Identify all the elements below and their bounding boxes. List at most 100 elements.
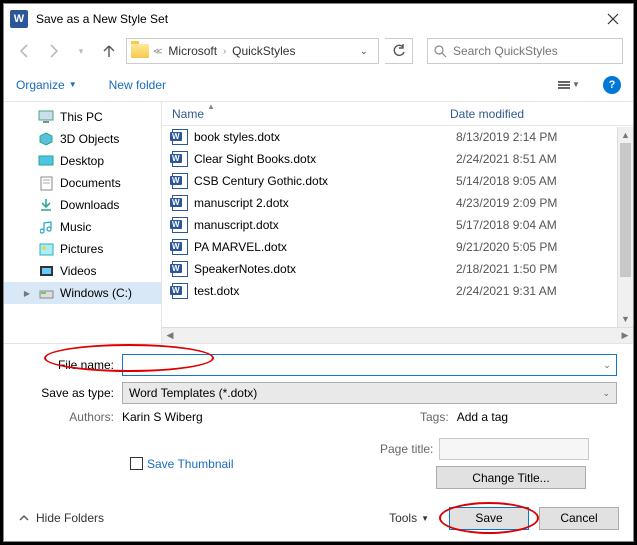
documents-icon bbox=[38, 175, 54, 191]
word-doc-icon bbox=[172, 173, 188, 189]
folder-tree[interactable]: This PC 3D Objects Desktop Documents Dow… bbox=[4, 102, 162, 343]
titlebar: W Save as a New Style Set bbox=[4, 4, 633, 34]
hide-folders-button[interactable]: Hide Folders bbox=[18, 511, 104, 525]
nav-row: ▾ ≪ Microsoft › QuickStyles ⌄ bbox=[4, 34, 633, 68]
tags-value[interactable]: Add a tag bbox=[457, 410, 508, 424]
tree-pictures[interactable]: Pictures bbox=[4, 238, 161, 260]
pc-icon bbox=[38, 109, 54, 125]
save-dialog: W Save as a New Style Set ▾ ≪ Microsoft … bbox=[3, 3, 634, 542]
arrow-right-icon bbox=[45, 43, 61, 59]
word-doc-icon bbox=[172, 129, 188, 145]
scroll-up-icon[interactable]: ▲ bbox=[618, 127, 633, 143]
file-row[interactable]: test.dotx2/24/2021 9:31 AM bbox=[162, 280, 617, 302]
list-view-icon bbox=[558, 81, 570, 89]
crumb-microsoft[interactable]: Microsoft bbox=[166, 44, 219, 58]
tools-button[interactable]: Tools ▼ bbox=[389, 511, 429, 525]
recent-button[interactable]: ▾ bbox=[70, 40, 92, 62]
col-date[interactable]: Date modified bbox=[450, 107, 617, 121]
expand-icon[interactable]: ▶ bbox=[22, 289, 32, 298]
scroll-right-icon[interactable]: ▶ bbox=[617, 330, 633, 341]
tree-downloads[interactable]: Downloads bbox=[4, 194, 161, 216]
close-button[interactable] bbox=[593, 4, 633, 34]
refresh-button[interactable] bbox=[385, 38, 413, 64]
tree-this-pc[interactable]: This PC bbox=[4, 106, 161, 128]
filename-dropdown[interactable]: ⌄ bbox=[598, 360, 616, 371]
filename-input[interactable] bbox=[123, 358, 598, 372]
back-button[interactable] bbox=[14, 40, 36, 62]
file-date: 4/23/2019 2:09 PM bbox=[456, 196, 557, 210]
toolbar: Organize ▼ New folder ▼ ? bbox=[4, 68, 633, 102]
forward-button[interactable] bbox=[42, 40, 64, 62]
chevron-down-icon: ⌄ bbox=[602, 388, 610, 399]
chevron-down-icon: ▼ bbox=[421, 514, 429, 523]
address-bar[interactable]: ≪ Microsoft › QuickStyles ⌄ bbox=[126, 38, 379, 64]
tags-label: Tags: bbox=[420, 410, 457, 424]
file-date: 5/14/2018 9:05 AM bbox=[456, 174, 557, 188]
change-title-button[interactable]: Change Title... bbox=[436, 466, 586, 489]
organize-button[interactable]: Organize ▼ bbox=[16, 78, 77, 92]
file-date: 9/21/2020 5:05 PM bbox=[456, 240, 557, 254]
file-row[interactable]: SpeakerNotes.dotx2/18/2021 1:50 PM bbox=[162, 258, 617, 280]
save-thumbnail-label[interactable]: Save Thumbnail bbox=[147, 457, 234, 471]
cube-icon bbox=[38, 131, 54, 147]
save-as-type-select[interactable]: Word Templates (*.dotx) ⌄ bbox=[122, 382, 617, 404]
authors-label: Authors: bbox=[20, 410, 122, 424]
file-row[interactable]: book styles.dotx 8/13/2019 2:14 PM bbox=[162, 126, 617, 148]
drive-icon bbox=[38, 285, 54, 301]
page-title-label: Page title: bbox=[380, 442, 433, 456]
filename-label: File name: bbox=[20, 358, 122, 372]
help-button[interactable]: ? bbox=[603, 76, 621, 94]
arrow-up-icon bbox=[102, 44, 116, 58]
pictures-icon bbox=[38, 241, 54, 257]
new-folder-button[interactable]: New folder bbox=[109, 78, 166, 92]
file-date: 8/13/2019 2:14 PM bbox=[456, 130, 557, 144]
tree-videos[interactable]: Videos bbox=[4, 260, 161, 282]
word-doc-icon bbox=[172, 195, 188, 211]
save-button[interactable]: Save bbox=[449, 507, 529, 530]
filename-field[interactable]: ⌄ bbox=[122, 354, 617, 376]
save-form: File name: ⌄ Save as type: Word Template… bbox=[4, 344, 633, 495]
file-name: manuscript 2.dotx bbox=[194, 196, 450, 210]
file-row[interactable]: Clear Sight Books.dotx2/24/2021 8:51 AM bbox=[162, 148, 617, 170]
downloads-icon bbox=[38, 197, 54, 213]
file-row[interactable]: CSB Century Gothic.dotx5/14/2018 9:05 AM bbox=[162, 170, 617, 192]
scroll-left-icon[interactable]: ◀ bbox=[162, 330, 178, 341]
cancel-button[interactable]: Cancel bbox=[539, 507, 619, 530]
crumb-quickstyles[interactable]: QuickStyles bbox=[230, 44, 297, 58]
horizontal-scrollbar[interactable]: ◀▶ bbox=[162, 327, 633, 343]
search-box[interactable] bbox=[427, 38, 623, 64]
file-name: PA MARVEL.dotx bbox=[194, 240, 450, 254]
file-name: book styles.dotx bbox=[194, 130, 450, 144]
bottom-bar: Hide Folders Tools ▼ Save Cancel bbox=[4, 495, 633, 541]
chevron-icon: ≪ bbox=[153, 46, 162, 57]
up-button[interactable] bbox=[98, 40, 120, 62]
search-input[interactable] bbox=[453, 44, 616, 58]
file-date: 2/18/2021 1:50 PM bbox=[456, 262, 557, 276]
authors-value[interactable]: Karin S Wiberg bbox=[122, 410, 203, 424]
file-date: 2/24/2021 8:51 AM bbox=[456, 152, 557, 166]
file-date: 5/17/2018 9:04 AM bbox=[456, 218, 557, 232]
scroll-thumb[interactable] bbox=[620, 143, 631, 277]
addr-dropdown[interactable]: ⌄ bbox=[354, 46, 374, 57]
tree-desktop[interactable]: Desktop bbox=[4, 150, 161, 172]
save-thumbnail-checkbox[interactable] bbox=[130, 457, 143, 470]
tree-documents[interactable]: Documents bbox=[4, 172, 161, 194]
tree-music[interactable]: Music bbox=[4, 216, 161, 238]
tree-3d-objects[interactable]: 3D Objects bbox=[4, 128, 161, 150]
scroll-down-icon[interactable]: ▼ bbox=[618, 311, 633, 327]
file-row[interactable]: manuscript 2.dotx 4/23/2019 2:09 PM bbox=[162, 192, 617, 214]
arrow-left-icon bbox=[17, 43, 33, 59]
file-row[interactable]: PA MARVEL.dotx 9/21/2020 5:05 PM bbox=[162, 236, 617, 258]
view-button[interactable]: ▼ bbox=[549, 74, 589, 96]
vertical-scrollbar[interactable]: ▲▼ bbox=[617, 127, 633, 327]
page-title-input[interactable] bbox=[439, 438, 589, 460]
folder-icon bbox=[131, 44, 149, 58]
chevron-up-icon bbox=[18, 512, 30, 524]
file-row[interactable]: manuscript.dotx5/17/2018 9:04 AM bbox=[162, 214, 617, 236]
word-doc-icon bbox=[172, 217, 188, 233]
type-label: Save as type: bbox=[20, 386, 122, 400]
tree-windows-c[interactable]: ▶Windows (C:) bbox=[4, 282, 161, 304]
chevron-icon: › bbox=[223, 46, 226, 56]
word-icon: W bbox=[10, 10, 28, 28]
column-headers[interactable]: ▲ Name Date modified bbox=[162, 102, 633, 126]
